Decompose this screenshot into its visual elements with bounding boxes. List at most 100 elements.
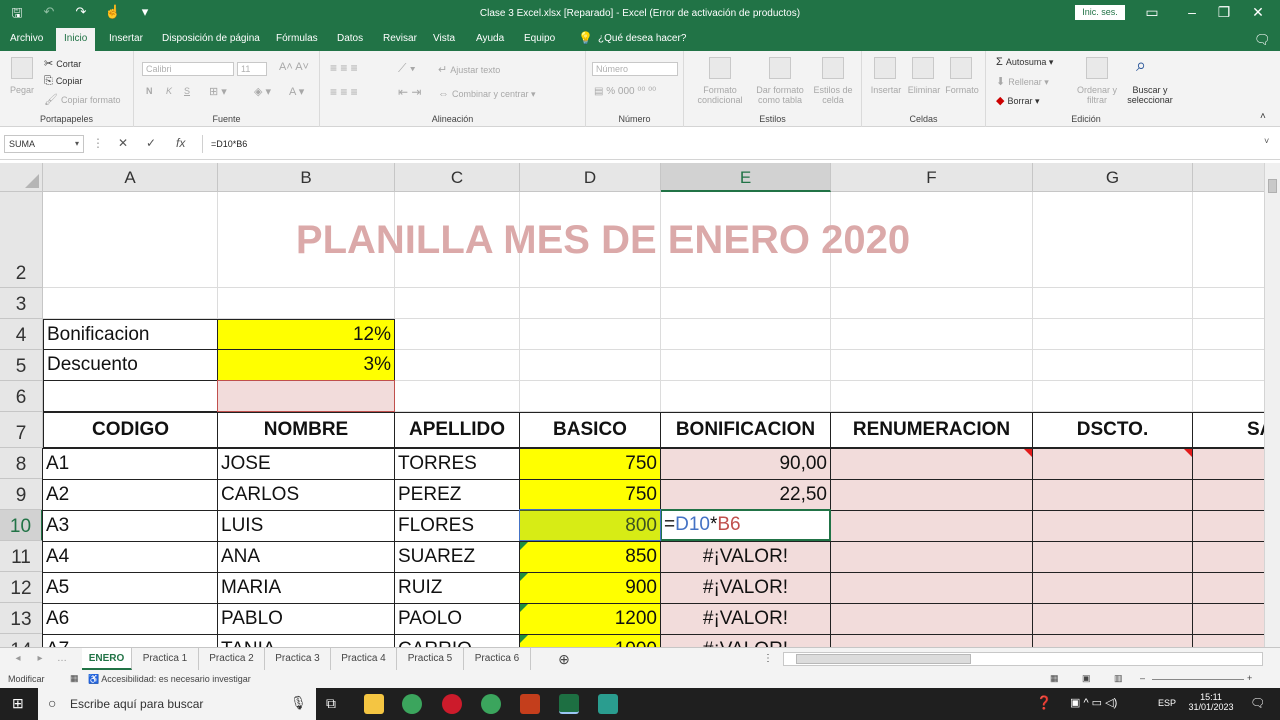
tab-revisar[interactable]: Revisar	[381, 28, 419, 51]
cell-a6[interactable]	[43, 380, 218, 412]
col-header-h[interactable]	[1193, 163, 1264, 192]
cell-codigo-9[interactable]: A2	[42, 479, 218, 511]
orientation-icon[interactable]: ⟋ ▾	[398, 61, 416, 76]
cell-apellido-9[interactable]: PEREZ	[394, 479, 520, 511]
paste-icon[interactable]	[11, 57, 33, 79]
cell-codigo-14[interactable]: A7	[42, 634, 218, 647]
cell-sa-10[interactable]	[1192, 510, 1264, 542]
row-header-13[interactable]: 13	[0, 603, 43, 634]
next-sheet-icon[interactable]: ▸	[30, 648, 50, 670]
taskbar-search[interactable]: ○ Escribe aquí para buscar 🎙	[38, 688, 316, 720]
cell-sa-8[interactable]	[1192, 448, 1264, 480]
header-apellido[interactable]: APELLIDO	[394, 412, 520, 448]
sheet-tab-enero[interactable]: ENERO	[82, 648, 132, 670]
cell-a4[interactable]: Bonificacion	[43, 319, 218, 350]
horizontal-scrollbar[interactable]	[783, 652, 1263, 666]
cell-g4[interactable]	[1033, 319, 1193, 350]
wrap-text-button[interactable]: ↵ Ajustar texto	[438, 63, 500, 76]
cell-c4[interactable]	[395, 319, 520, 350]
cell-nombre-11[interactable]: ANA	[217, 541, 395, 573]
row-header-6[interactable]: 6	[0, 381, 43, 412]
cell-nombre-10[interactable]: LUIS	[217, 510, 395, 542]
format-painter-button[interactable]: 🖌 Copiar formato	[44, 93, 121, 106]
cell-dscto-13[interactable]	[1032, 603, 1193, 635]
cell-styles-icon[interactable]	[822, 57, 844, 79]
tab-datos[interactable]: Datos	[335, 28, 365, 51]
cell-e6[interactable]	[661, 381, 831, 412]
cell-apellido-12[interactable]: RUIZ	[394, 572, 520, 604]
delete-cells-icon[interactable]	[912, 57, 934, 79]
cell-e5[interactable]	[661, 350, 831, 381]
cancel-icon[interactable]: ✕	[118, 136, 128, 150]
number-format-box[interactable]: Número	[592, 62, 678, 76]
font-size-box[interactable]: 11	[237, 62, 267, 76]
cell-a5[interactable]: Descuento	[43, 349, 218, 381]
row-header-10[interactable]: 10	[0, 510, 43, 541]
language-indicator[interactable]: ESP	[1158, 698, 1176, 708]
page-break-icon[interactable]: ▥	[1114, 673, 1123, 684]
name-box-dropdown-icon[interactable]: ▾	[75, 136, 79, 152]
cell-c5[interactable]	[395, 350, 520, 381]
cell-d3[interactable]	[520, 288, 661, 319]
merge-center-button[interactable]: ⇔ Combinar y centrar ▾	[438, 88, 536, 100]
cell-sa-13[interactable]	[1192, 603, 1264, 635]
horizontal-align-icons[interactable]: ≡ ≡ ≡	[330, 85, 358, 99]
cell-b5[interactable]: 3%	[217, 349, 395, 381]
file-explorer-icon[interactable]	[364, 694, 384, 714]
cell-bonif-12[interactable]: #¡VALOR!	[660, 572, 831, 604]
cell-dscto-10[interactable]	[1032, 510, 1193, 542]
cell-dscto-8[interactable]	[1032, 448, 1193, 480]
cell-codigo-12[interactable]: A5	[42, 572, 218, 604]
task-view-icon[interactable]: ⧉	[326, 695, 336, 712]
worksheet-grid[interactable]: A B C D E F G 2 3 4 5 6 7 8 9 10 11 12 1…	[0, 163, 1264, 647]
vertical-align-icons[interactable]: ≡ ≡ ≡	[330, 61, 358, 75]
cell-dscto-11[interactable]	[1032, 541, 1193, 573]
more-sheets-icon[interactable]: …	[52, 648, 72, 670]
zoom-in-icon[interactable]: +	[1247, 673, 1252, 683]
opera-icon[interactable]	[442, 694, 462, 714]
comments-icon[interactable]: 🗨	[1254, 32, 1271, 48]
expand-formula-icon[interactable]: ˅	[1264, 136, 1269, 146]
fill-button[interactable]: ⬇ Rellenar ▾	[996, 75, 1049, 88]
cell-g5[interactable]	[1033, 350, 1193, 381]
sign-in-button[interactable]: Inic. ses.	[1075, 5, 1125, 20]
cell-nombre-9[interactable]: CARLOS	[217, 479, 395, 511]
cell-codigo-11[interactable]: A4	[42, 541, 218, 573]
maximize-icon[interactable]: ❐	[1214, 4, 1234, 21]
cell-sa-9[interactable]	[1192, 479, 1264, 511]
cell-f3[interactable]	[831, 288, 1033, 319]
cell-apellido-11[interactable]: SUAREZ	[394, 541, 520, 573]
notifications-icon[interactable]: 🗨	[1250, 696, 1265, 710]
normal-view-icon[interactable]: ▦	[1050, 673, 1059, 684]
find-select-label[interactable]: Buscar y seleccionar	[1120, 85, 1180, 105]
active-cell-e10[interactable]: = D10 * B6	[660, 509, 831, 541]
conditional-format-label[interactable]: Formato condicional	[692, 85, 748, 105]
cell-sa-14[interactable]	[1192, 634, 1264, 647]
tab-equipo[interactable]: Equipo	[522, 28, 557, 51]
cell-bonif-13[interactable]: #¡VALOR!	[660, 603, 831, 635]
tab-inicio[interactable]: Inicio	[56, 28, 96, 51]
sort-filter-label[interactable]: Ordenar y filtrar	[1074, 85, 1120, 105]
cell-nombre-8[interactable]: JOSE	[217, 448, 395, 480]
microphone-icon[interactable]: 🎙	[290, 695, 307, 711]
row-header-8[interactable]: 8	[0, 448, 43, 479]
cell-sa-11[interactable]	[1192, 541, 1264, 573]
indent-icons[interactable]: ⇤ ⇥	[398, 85, 421, 99]
clear-button[interactable]: ◆ Borrar ▾	[996, 94, 1040, 107]
col-header-g[interactable]: G	[1033, 163, 1193, 192]
cell-nombre-13[interactable]: PABLO	[217, 603, 395, 635]
cell-d4[interactable]	[520, 319, 661, 350]
row-header-11[interactable]: 11	[0, 541, 43, 572]
number-format-icons[interactable]: ▤ % 000 ⁰⁰ ⁰⁰	[594, 86, 656, 97]
cell-g3[interactable]	[1033, 288, 1193, 319]
add-sheet-icon[interactable]: ⊕	[552, 648, 576, 670]
borders-icon[interactable]: ⊞ ▾	[209, 85, 227, 98]
header-bonificacion[interactable]: BONIFICACION	[660, 412, 831, 448]
sheet-tab-practica-2[interactable]: Practica 2	[199, 648, 265, 670]
chrome-icon[interactable]	[402, 694, 422, 714]
tab-vista[interactable]: Vista	[431, 28, 457, 51]
cell-basico-8[interactable]: 750	[519, 448, 661, 480]
ribbon-options-icon[interactable]: ▭	[1142, 4, 1162, 21]
select-all-button[interactable]	[0, 163, 43, 192]
tab-ayuda[interactable]: Ayuda	[474, 28, 506, 51]
